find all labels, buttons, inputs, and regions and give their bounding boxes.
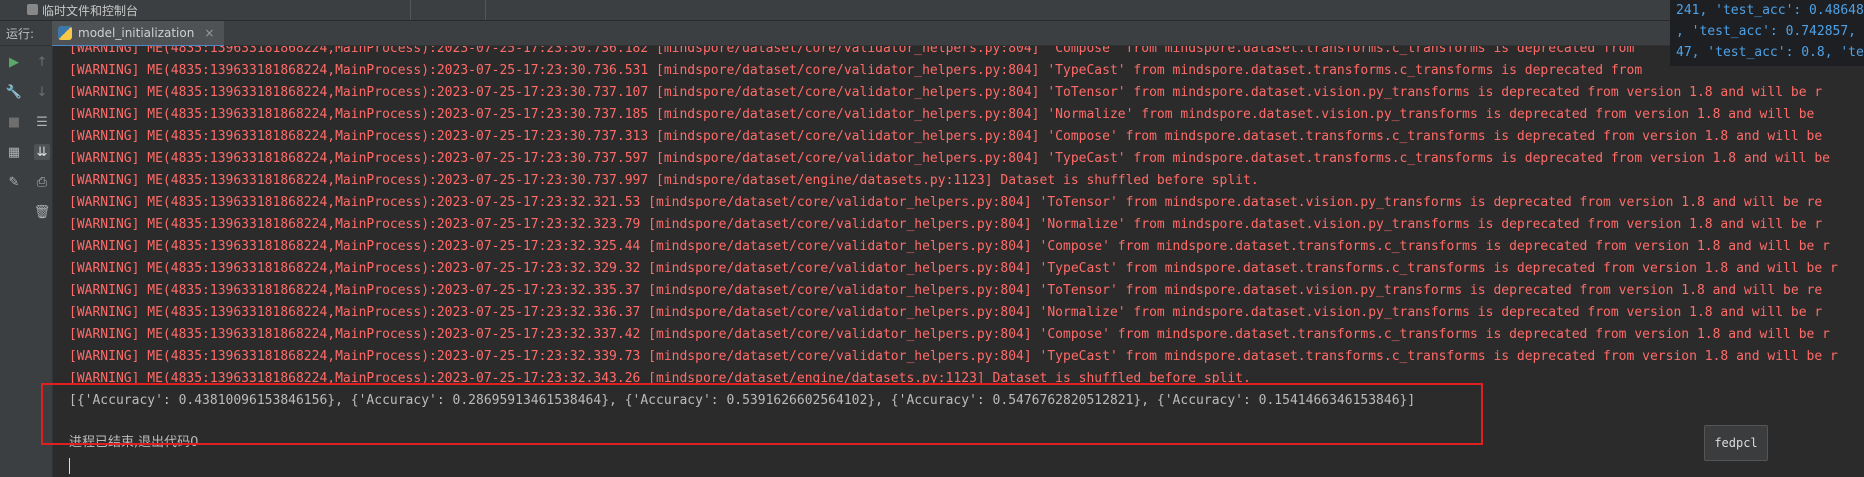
console-warning-line: [WARNING] ME(4835:139633181868224,MainPr…	[69, 173, 1259, 188]
run-label: 运行:	[6, 27, 35, 41]
console-warning-line: [WARNING] ME(4835:139633181868224,MainPr…	[69, 46, 1635, 56]
tab-label: model_initialization	[78, 26, 195, 40]
console-warning-line: [WARNING] ME(4835:139633181868224,MainPr…	[69, 195, 1823, 210]
text-cursor	[69, 458, 70, 474]
overlay-line: 241, 'test_acc': 0.48648	[1676, 3, 1864, 18]
console-warning-line: [WARNING] ME(4835:139633181868224,MainPr…	[69, 371, 1251, 386]
scroll-end-icon[interactable]: ⇊	[34, 144, 50, 160]
console-warning-line: [WARNING] ME(4835:139633181868224,MainPr…	[69, 327, 1830, 342]
console-result-line: [{'Accuracy': 0.43810096153846156}, {'Ac…	[69, 393, 1416, 408]
python-icon	[58, 26, 72, 40]
stop-icon[interactable]: ■	[6, 114, 22, 130]
console-warning-line: [WARNING] ME(4835:139633181868224,MainPr…	[69, 283, 1823, 298]
overlay-line: , 'test_acc': 0.742857,	[1676, 24, 1857, 39]
overlay-line: 47, 'test_acc': 0.8, 'te	[1676, 45, 1864, 60]
overlay-output-panel: 241, 'test_acc': 0.48648 , 'test_acc': 0…	[1670, 0, 1864, 66]
tool-window-title: 临时文件和控制台	[42, 4, 139, 18]
close-icon[interactable]: ×	[204, 26, 214, 40]
layout-icon[interactable]: ▦	[6, 144, 22, 160]
console-warning-line: [WARNING] ME(4835:139633181868224,MainPr…	[69, 239, 1830, 254]
wrench-icon[interactable]: 🔧	[6, 84, 22, 100]
console-warning-line: [WARNING] ME(4835:139633181868224,MainPr…	[69, 85, 1823, 100]
run-toolbar: 运行: model_initialization ×	[0, 21, 1864, 47]
console-warning-line: [WARNING] ME(4835:139633181868224,MainPr…	[69, 129, 1823, 144]
tool-window-header: 临时文件和控制台	[0, 0, 1864, 21]
down-icon[interactable]: ↓	[34, 84, 50, 100]
tooltip-label: fedpcl	[1704, 425, 1768, 461]
console-warning-line: [WARNING] ME(4835:139633181868224,MainPr…	[69, 151, 1830, 166]
console-warning-line: [WARNING] ME(4835:139633181868224,MainPr…	[69, 107, 1815, 122]
tab-model-initialization[interactable]: model_initialization ×	[52, 21, 225, 47]
console-output[interactable]: [WARNING] ME(4835:139633181868224,MainPr…	[53, 46, 1864, 477]
console-warning-line: [WARNING] ME(4835:139633181868224,MainPr…	[69, 349, 1838, 364]
header-divider	[485, 0, 486, 20]
console-warning-line: [WARNING] ME(4835:139633181868224,MainPr…	[69, 217, 1823, 232]
pin-icon[interactable]: ✎	[6, 174, 22, 190]
header-divider	[410, 0, 411, 20]
console-exit-line: 进程已结束,退出代码0	[69, 435, 199, 450]
console-warning-line: [WARNING] ME(4835:139633181868224,MainPr…	[69, 305, 1823, 320]
run-sidebar: ▶ ↑ 🔧 ↓ ■ ☰ ▦ ⇊ ✎ ⎙ 🗑	[0, 46, 53, 477]
run-icon[interactable]: ▶	[6, 54, 22, 70]
up-icon[interactable]: ↑	[34, 54, 50, 70]
console-warning-line: [WARNING] ME(4835:139633181868224,MainPr…	[69, 63, 1643, 78]
console-warning-line: [WARNING] ME(4835:139633181868224,MainPr…	[69, 261, 1838, 276]
scratch-console-icon	[27, 4, 38, 15]
trash-icon[interactable]: 🗑	[34, 204, 51, 220]
print-icon[interactable]: ⎙	[34, 174, 50, 190]
soft-wrap-icon[interactable]: ☰	[34, 114, 50, 130]
